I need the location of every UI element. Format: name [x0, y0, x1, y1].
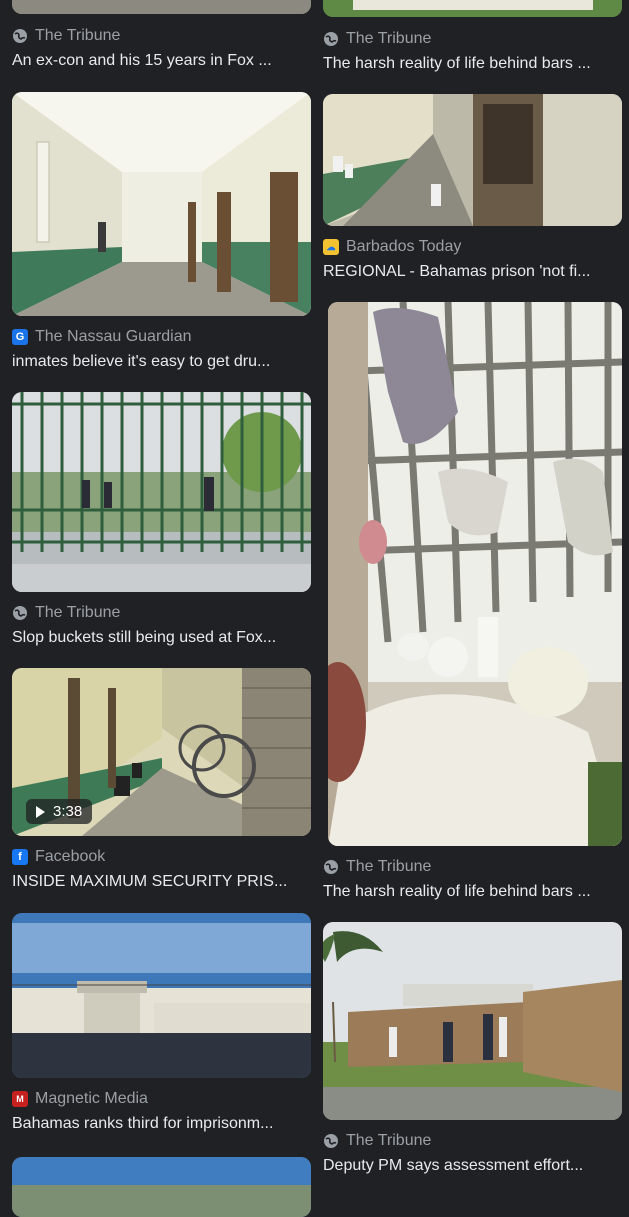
- globe-icon: [12, 28, 28, 44]
- result-caption[interactable]: REGIONAL - Bahamas prison 'not fi...: [323, 263, 622, 281]
- facebook-logo-icon: f: [12, 849, 28, 865]
- result-thumbnail[interactable]: 3:38: [12, 668, 311, 836]
- result-source[interactable]: G The Nassau Guardian: [12, 328, 192, 346]
- result-caption[interactable]: INSIDE MAXIMUM SECURITY PRIS...: [12, 873, 311, 891]
- result-source[interactable]: The Tribune: [323, 1132, 431, 1150]
- result-source[interactable]: The Tribune: [12, 27, 120, 45]
- result-source[interactable]: The Tribune: [323, 30, 431, 48]
- result-source[interactable]: M Magnetic Media: [12, 1090, 148, 1108]
- globe-icon: [12, 605, 28, 621]
- play-icon: [36, 805, 45, 818]
- source-name: Magnetic Media: [35, 1090, 148, 1107]
- source-name: The Tribune: [346, 1132, 432, 1149]
- result-source[interactable]: f Facebook: [12, 848, 105, 866]
- source-name: The Tribune: [35, 27, 121, 44]
- globe-icon: [323, 859, 339, 875]
- result-caption[interactable]: The harsh reality of life behind bars ..…: [323, 883, 622, 901]
- result-caption[interactable]: inmates believe it's easy to get dru...: [12, 353, 311, 371]
- result-caption[interactable]: An ex-con and his 15 years in Fox ...: [12, 52, 311, 70]
- source-name: The Tribune: [35, 604, 121, 621]
- result-caption[interactable]: The harsh reality of life behind bars ..…: [323, 55, 622, 73]
- result-thumbnail[interactable]: [323, 0, 622, 17]
- video-duration: 3:38: [53, 803, 83, 820]
- source-name: The Tribune: [346, 858, 432, 875]
- source-name: Facebook: [35, 848, 106, 865]
- result-source[interactable]: The Tribune: [323, 858, 431, 876]
- result-caption[interactable]: Deputy PM says assessment effort...: [323, 1157, 622, 1175]
- video-duration-badge: 3:38: [26, 799, 93, 824]
- result-caption[interactable]: Bahamas ranks third for imprisonm...: [12, 1115, 311, 1133]
- result-thumbnail[interactable]: [323, 94, 622, 226]
- globe-icon: [323, 31, 339, 47]
- source-name: Barbados Today: [346, 238, 462, 255]
- result-source[interactable]: The Tribune: [12, 604, 120, 622]
- result-thumbnail[interactable]: [323, 922, 622, 1120]
- result-thumbnail[interactable]: [12, 392, 311, 592]
- result-thumbnail[interactable]: [12, 92, 311, 316]
- result-thumbnail[interactable]: [12, 913, 311, 1078]
- result-thumbnail[interactable]: [12, 0, 311, 14]
- result-thumbnail[interactable]: [12, 1157, 311, 1217]
- barbados-today-logo-icon: ☁: [323, 239, 339, 255]
- globe-icon: [323, 1133, 339, 1149]
- source-name: The Tribune: [346, 30, 432, 47]
- result-caption[interactable]: Slop buckets still being used at Fox...: [12, 629, 311, 647]
- result-source[interactable]: ☁ Barbados Today: [323, 238, 461, 256]
- magnetic-media-logo-icon: M: [12, 1091, 28, 1107]
- nassau-guardian-logo-icon: G: [12, 329, 28, 345]
- result-thumbnail[interactable]: [328, 302, 622, 846]
- source-name: The Nassau Guardian: [35, 328, 192, 345]
